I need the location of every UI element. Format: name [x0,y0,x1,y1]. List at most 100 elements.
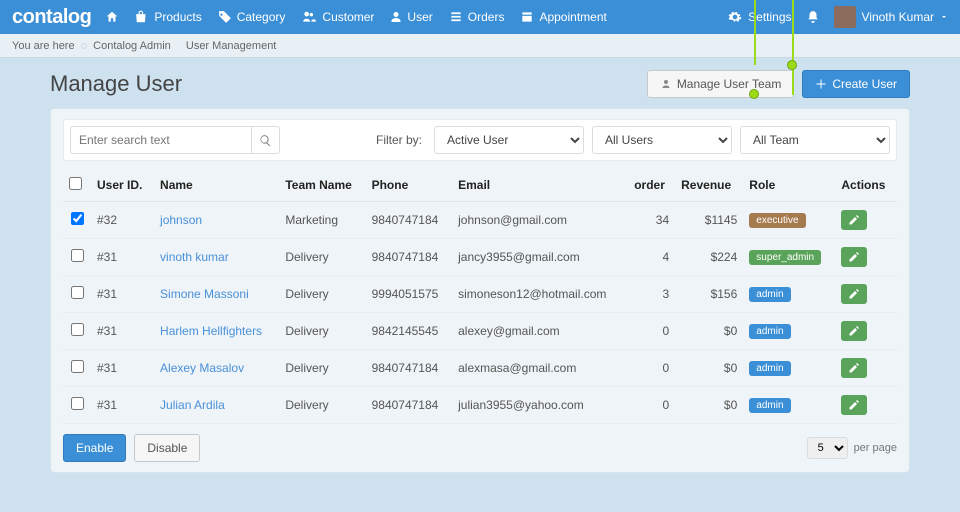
th-userid[interactable]: User ID. [91,169,154,202]
table-row: #32johnsonMarketing9840747184johnson@gma… [63,202,897,239]
row-checkbox[interactable] [71,249,84,262]
pencil-icon [848,325,860,337]
filter-status[interactable]: Active User [434,126,584,154]
list-icon [449,10,463,24]
edit-button[interactable] [841,395,867,415]
perpage-select[interactable]: 5 [807,437,848,459]
row-checkbox[interactable] [71,323,84,336]
cell-userid: #31 [91,387,154,424]
nav-label: Orders [468,10,505,24]
cell-order: 3 [628,276,675,313]
nav-label: Appointment [539,10,606,24]
page-head: Manage User Manage User Team Create User [50,70,910,98]
th-order[interactable]: order [628,169,675,202]
th-team[interactable]: Team Name [279,169,365,202]
th-revenue[interactable]: Revenue [675,169,743,202]
table-row: #31Simone MassoniDelivery9994051575simon… [63,276,897,313]
role-badge: admin [749,324,790,339]
th-name[interactable]: Name [154,169,279,202]
row-checkbox[interactable] [71,286,84,299]
cell-email: johnson@gmail.com [452,202,628,239]
nav-products[interactable]: Products [135,10,201,24]
cell-revenue: $224 [675,239,743,276]
disable-button[interactable]: Disable [134,434,200,462]
select-all-checkbox[interactable] [69,177,82,190]
cell-email: alexmasa@gmail.com [452,350,628,387]
th-actions: Actions [835,169,897,202]
cell-team: Delivery [279,350,365,387]
user-name: Vinoth Kumar [862,10,935,24]
cell-name-link[interactable]: johnson [160,213,202,227]
pencil-icon [848,288,860,300]
cell-team: Delivery [279,239,365,276]
manage-user-team-button[interactable]: Manage User Team [647,70,795,98]
nav-user-menu[interactable]: Vinoth Kumar [834,6,949,28]
edit-button[interactable] [841,321,867,341]
calendar-icon [520,10,534,24]
nav-user[interactable]: User [390,10,432,24]
nav-orders[interactable]: Orders [449,10,505,24]
cell-name-link[interactable]: Julian Ardila [160,398,225,412]
breadcrumb-link[interactable]: User Management [186,40,277,52]
cell-revenue: $156 [675,276,743,313]
pencil-icon [848,362,860,374]
cell-order: 0 [628,350,675,387]
team-icon [660,78,672,90]
cell-revenue: $0 [675,387,743,424]
nav-notifications[interactable] [806,10,820,24]
breadcrumb-link[interactable]: Contalog Admin [93,40,171,52]
cell-order: 0 [628,387,675,424]
search-input[interactable] [71,127,251,153]
edit-button[interactable] [841,210,867,230]
cell-name-link[interactable]: Harlem Hellfighters [160,324,262,338]
edit-button[interactable] [841,247,867,267]
edit-button[interactable] [841,358,867,378]
brand-logo: contalog [12,6,91,29]
th-email[interactable]: Email [452,169,628,202]
perpage-label: per page [854,442,897,454]
cell-userid: #31 [91,350,154,387]
cell-email: jancy3955@gmail.com [452,239,628,276]
edit-button[interactable] [841,284,867,304]
nav-customer[interactable]: Customer [301,10,374,24]
nav-appointment[interactable]: Appointment [520,10,606,24]
search-button[interactable] [251,127,279,153]
button-label: Create User [832,77,897,91]
row-checkbox[interactable] [71,397,84,410]
pager: 5 per page [807,437,897,459]
role-badge: executive [749,213,805,228]
row-checkbox[interactable] [71,212,84,225]
enable-button[interactable]: Enable [63,434,126,462]
cell-name-link[interactable]: Simone Massoni [160,287,249,301]
tags-icon [218,10,232,24]
cell-name-link[interactable]: vinoth kumar [160,250,229,264]
create-user-button[interactable]: Create User [802,70,910,98]
annotation-dot [749,89,759,99]
annotation-line [792,0,794,95]
top-nav: contalog Products Category Customer User… [0,0,960,34]
cell-order: 0 [628,313,675,350]
page: Manage User Manage User Team Create User… [0,58,960,485]
cell-phone: 9840747184 [366,202,453,239]
th-role[interactable]: Role [743,169,835,202]
table-row: #31Julian ArdilaDelivery9840747184julian… [63,387,897,424]
role-badge: admin [749,398,790,413]
filter-users[interactable]: All Users [592,126,732,154]
table-row: #31vinoth kumarDelivery9840747184jancy39… [63,239,897,276]
annotation-line [754,0,756,65]
pencil-icon [848,251,860,263]
nav-home[interactable] [105,10,119,24]
cell-userid: #32 [91,202,154,239]
bell-icon [806,10,820,24]
nav-category[interactable]: Category [218,10,286,24]
nav-settings[interactable]: Settings [728,10,791,24]
row-checkbox[interactable] [71,360,84,373]
search-icon [259,134,272,147]
cell-revenue: $0 [675,313,743,350]
th-phone[interactable]: Phone [366,169,453,202]
cell-name-link[interactable]: Alexey Masalov [160,361,244,375]
filter-team[interactable]: All Team [740,126,890,154]
table-row: #31Harlem HellfightersDelivery9842145545… [63,313,897,350]
filter-row: Filter by: Active User All Users All Tea… [63,119,897,161]
users-table: User ID. Name Team Name Phone Email orde… [63,169,897,424]
